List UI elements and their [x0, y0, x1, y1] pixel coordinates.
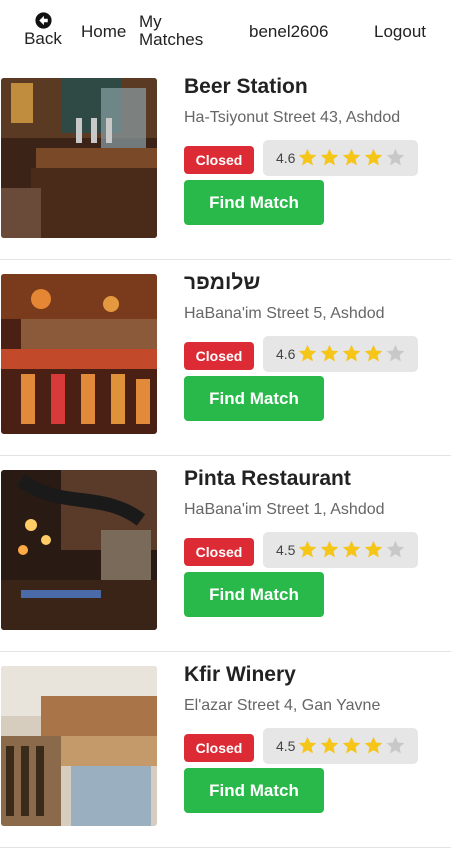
star-filled-icon [342, 736, 361, 754]
find-match-button[interactable]: Find Match [184, 768, 324, 813]
star-filled-icon [320, 344, 339, 362]
winery-interior-image [1, 666, 157, 826]
star-filled-icon [364, 344, 383, 362]
star-filled-icon [298, 540, 317, 558]
star-filled-icon [364, 540, 383, 558]
venue-list: Beer Station Ha-Tsiyonut Street 43, Ashd… [0, 64, 451, 848]
star-filled-icon [342, 540, 361, 558]
rating-box: 4.6 [263, 140, 418, 176]
venue-address: HaBana'im Street 5, Ashdod [184, 305, 385, 322]
venue-name[interactable]: שלומפר [184, 271, 260, 295]
status-badge: Closed [184, 538, 254, 566]
star-filled-icon [364, 736, 383, 754]
arrow-left-circle-icon [34, 12, 52, 29]
venue-photo[interactable] [1, 274, 157, 434]
star-rating [297, 539, 407, 561]
venue-photo[interactable] [1, 666, 157, 826]
rating-box: 4.5 [263, 728, 418, 764]
back-button[interactable]: Back [20, 12, 66, 48]
bar-interior-image [1, 274, 157, 434]
venue-name[interactable]: Pinta Restaurant [184, 467, 351, 491]
find-match-button[interactable]: Find Match [184, 376, 324, 421]
star-empty-icon [386, 736, 405, 754]
venue-photo[interactable] [1, 78, 157, 238]
find-match-button[interactable]: Find Match [184, 180, 324, 225]
back-label: Back [24, 29, 62, 48]
star-empty-icon [386, 540, 405, 558]
venue-card: Kfir Winery El'azar Street 4, Gan Yavne … [0, 652, 451, 848]
venue-address: HaBana'im Street 1, Ashdod [184, 501, 385, 518]
star-filled-icon [342, 148, 361, 166]
star-rating [297, 735, 407, 757]
bar-interior-image [1, 78, 157, 238]
star-filled-icon [342, 344, 361, 362]
star-filled-icon [298, 148, 317, 166]
venue-address: El'azar Street 4, Gan Yavne [184, 697, 381, 714]
star-rating [297, 343, 407, 365]
star-filled-icon [364, 148, 383, 166]
status-badge: Closed [184, 146, 254, 174]
rating-box: 4.5 [263, 532, 418, 568]
star-filled-icon [298, 344, 317, 362]
venue-name[interactable]: Beer Station [184, 75, 308, 99]
status-badge: Closed [184, 342, 254, 370]
rating-value: 4.5 [276, 542, 296, 558]
star-empty-icon [386, 344, 405, 362]
nav-home-link[interactable]: Home [81, 22, 126, 42]
venue-address: Ha-Tsiyonut Street 43, Ashdod [184, 109, 401, 126]
star-filled-icon [320, 540, 339, 558]
venue-photo[interactable] [1, 470, 157, 630]
find-match-button[interactable]: Find Match [184, 572, 324, 617]
star-empty-icon [386, 148, 405, 166]
star-filled-icon [320, 736, 339, 754]
venue-name[interactable]: Kfir Winery [184, 663, 296, 687]
star-rating [297, 147, 407, 169]
rating-value: 4.6 [276, 150, 296, 166]
nav-logout-link[interactable]: Logout [374, 22, 426, 42]
restaurant-interior-image [1, 470, 157, 630]
rating-value: 4.6 [276, 346, 296, 362]
nav-my-matches-link[interactable]: My Matches [139, 13, 219, 49]
top-navbar: Back Home My Matches benel2606 Logout [0, 0, 451, 64]
venue-card: Pinta Restaurant HaBana'im Street 1, Ash… [0, 456, 451, 652]
star-filled-icon [320, 148, 339, 166]
venue-card: Beer Station Ha-Tsiyonut Street 43, Ashd… [0, 64, 451, 260]
status-badge: Closed [184, 734, 254, 762]
venue-card: שלומפר HaBana'im Street 5, Ashdod Closed… [0, 260, 451, 456]
star-filled-icon [298, 736, 317, 754]
nav-username-link[interactable]: benel2606 [249, 22, 328, 42]
rating-box: 4.6 [263, 336, 418, 372]
rating-value: 4.5 [276, 738, 296, 754]
